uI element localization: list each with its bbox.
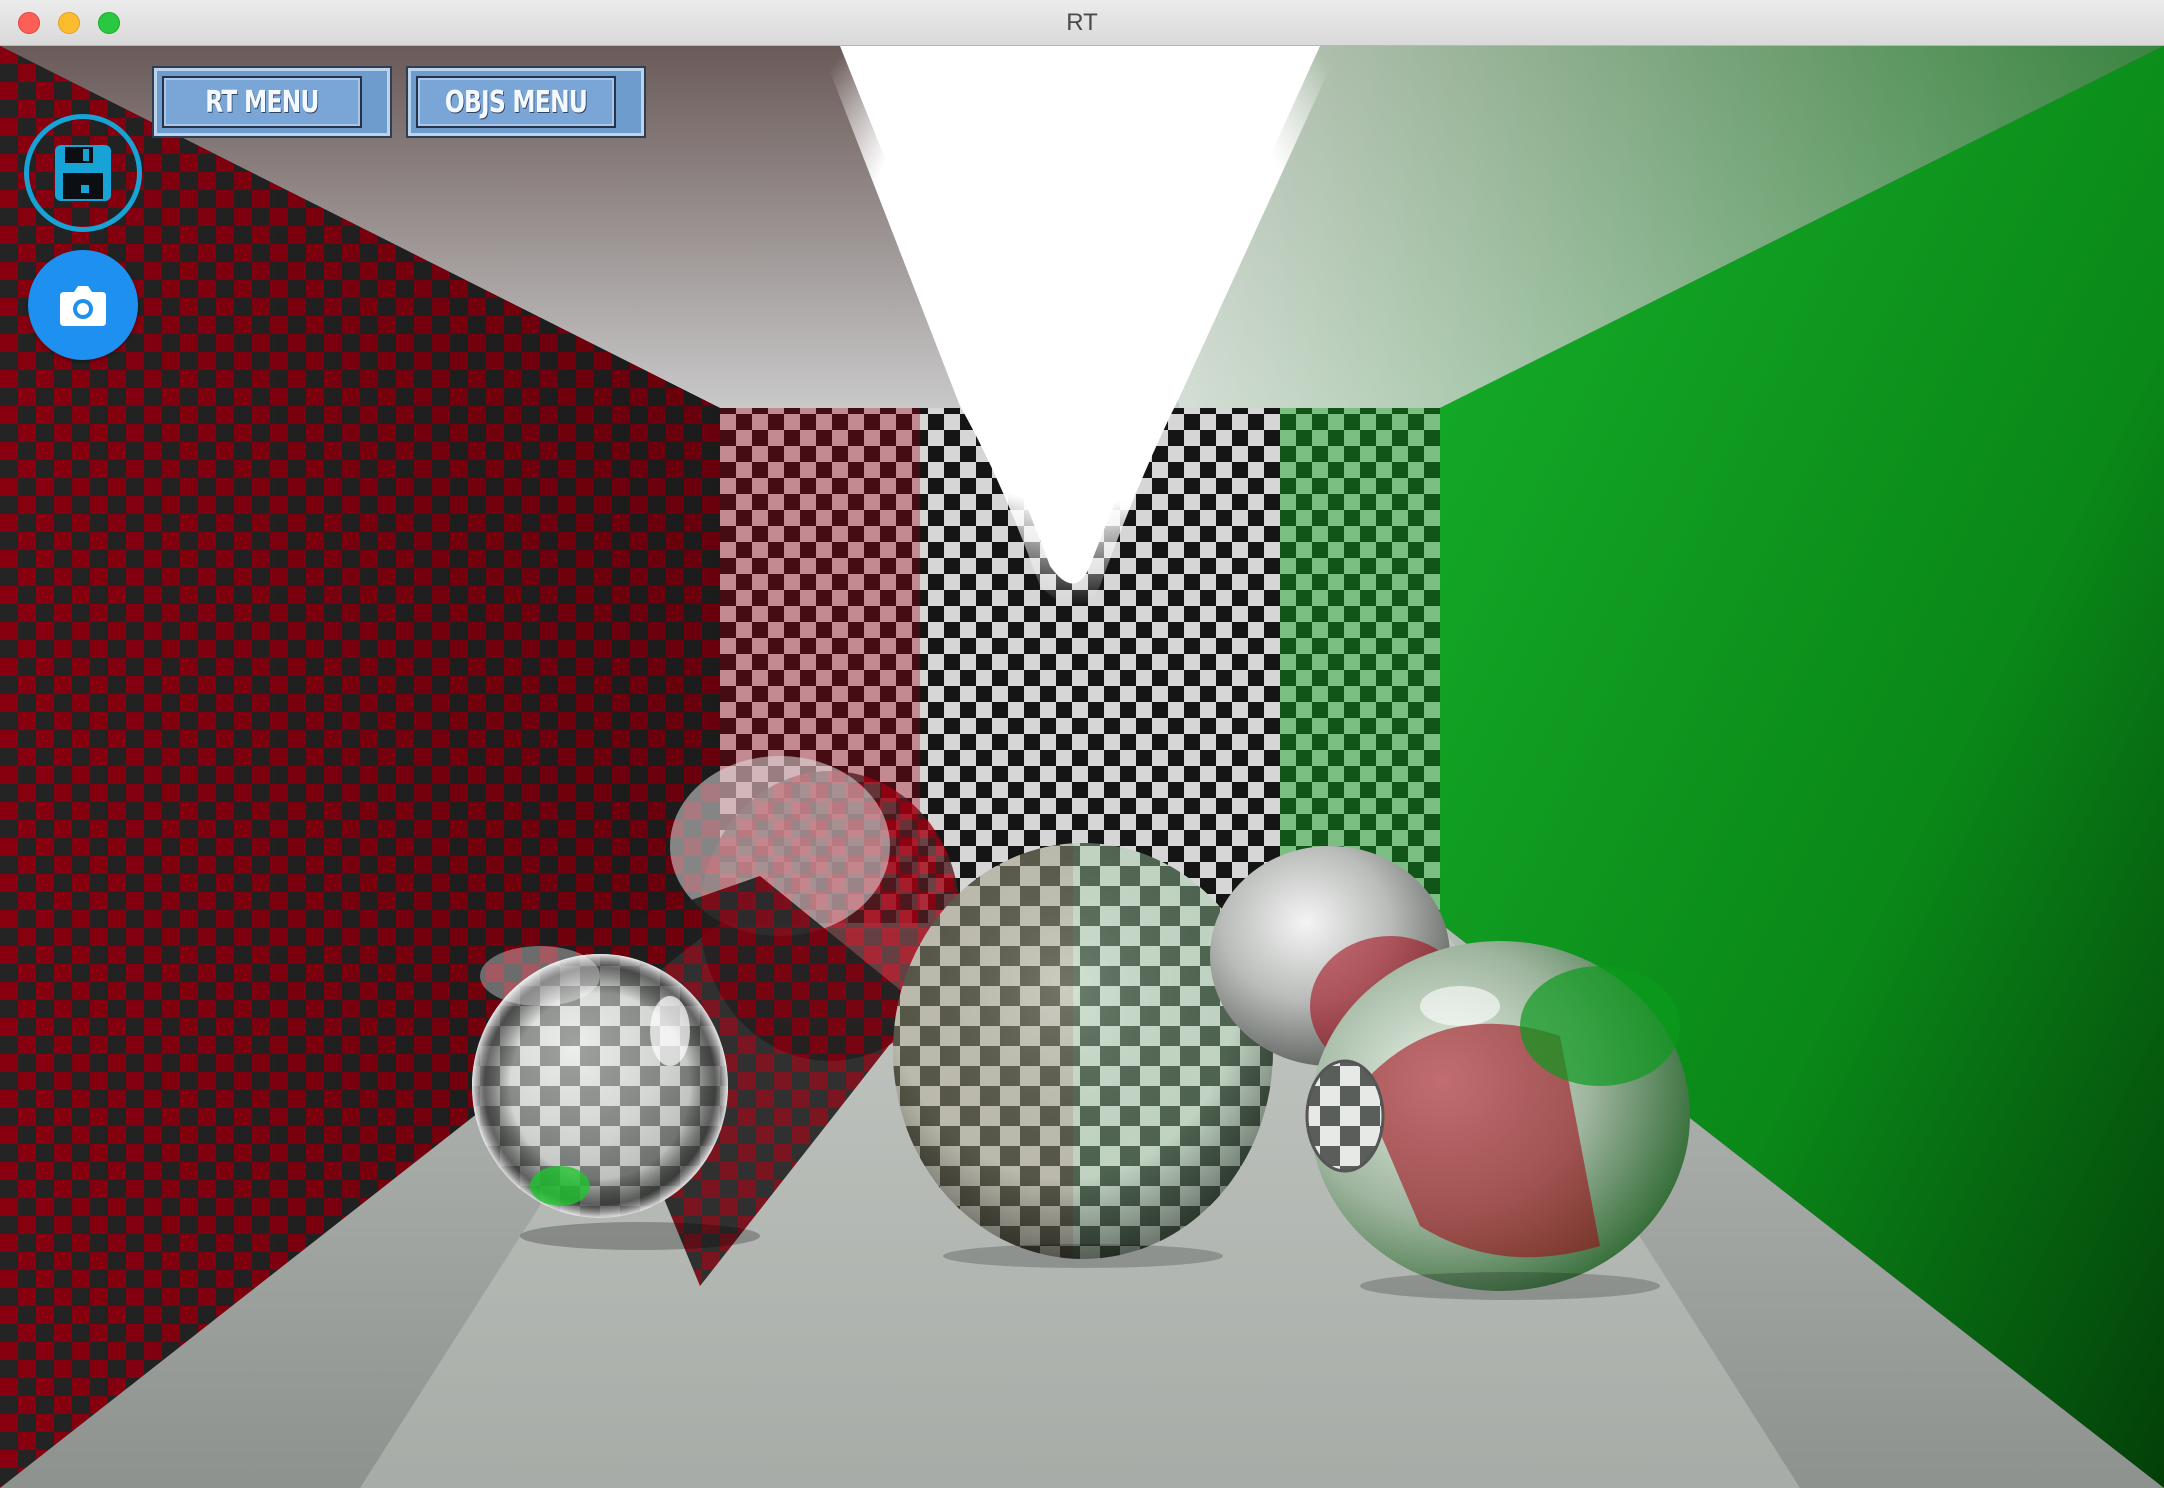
- rendered-scene: [0, 46, 2164, 1488]
- camera-icon: [60, 286, 106, 326]
- title-bar: RT: [0, 0, 2164, 46]
- rt-menu-button[interactable]: RT MENU: [152, 66, 392, 138]
- save-button[interactable]: [24, 114, 142, 232]
- screenshot-button[interactable]: [28, 250, 138, 360]
- floppy-disk-icon: [55, 145, 111, 201]
- objs-menu-button[interactable]: OBJS MENU: [406, 66, 646, 138]
- window-title: RT: [1066, 9, 1098, 36]
- rt-window: RT RT MENU OBJS MENU: [0, 0, 2164, 1488]
- rt-menu-label: RT MENU: [205, 84, 319, 120]
- objs-menu-label: OBJS MENU: [444, 84, 588, 120]
- render-viewport[interactable]: RT MENU OBJS MENU: [0, 46, 2164, 1488]
